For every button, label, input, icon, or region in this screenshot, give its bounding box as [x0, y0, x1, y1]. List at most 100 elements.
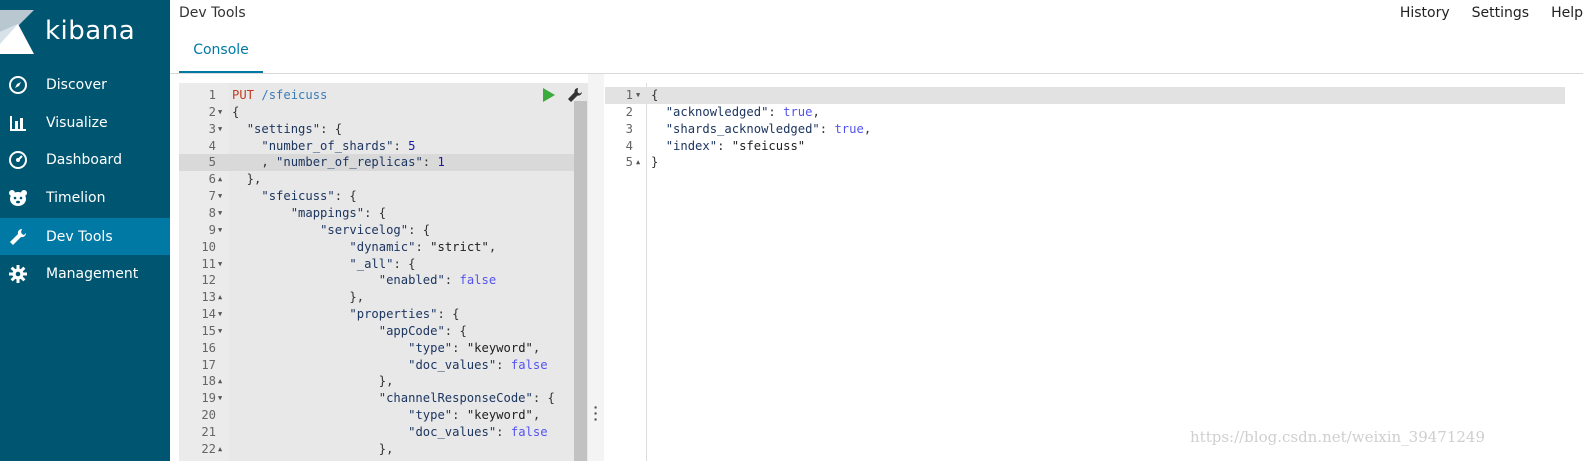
- editor-line[interactable]: 12 "enabled": false: [179, 272, 574, 289]
- code-text: "_all": {: [349, 256, 416, 271]
- brand-name: kibana: [45, 16, 136, 46]
- line-number: 6: [208, 172, 216, 187]
- code-text: "number_of_shards": 5: [261, 138, 416, 153]
- editor-line[interactable]: 21 "doc_values": false: [179, 424, 574, 441]
- fold-close-icon[interactable]: ▲: [218, 289, 226, 306]
- line-number: 15: [201, 323, 216, 338]
- send-request-play-icon[interactable]: [542, 87, 556, 103]
- fold-open-icon[interactable]: ▼: [218, 390, 226, 407]
- settings-link[interactable]: Settings: [1472, 5, 1529, 21]
- fold-close-icon[interactable]: ▲: [636, 154, 644, 171]
- line-number: 5: [208, 155, 216, 170]
- sidebar-item-label: Visualize: [46, 114, 108, 131]
- fold-close-icon[interactable]: ▲: [218, 441, 226, 458]
- line-number: 19: [201, 391, 216, 406]
- editor-line[interactable]: 18 ▲ },: [179, 373, 574, 390]
- code-text: "servicelog": {: [320, 222, 431, 237]
- output-line: 5 ▲}: [605, 154, 1565, 171]
- editor-line[interactable]: 2 ▼ {: [179, 104, 574, 121]
- line-number: 14: [201, 307, 216, 322]
- code-text: "appCode": {: [378, 323, 467, 338]
- fold-open-icon[interactable]: ▼: [218, 205, 226, 222]
- code-text: "doc_values": false: [408, 425, 548, 439]
- editor-line[interactable]: 19 ▼ "channelResponseCode": {: [179, 390, 574, 407]
- editor-line[interactable]: 17 "doc_values": false: [179, 357, 574, 374]
- sidebar-item-visualize[interactable]: Visualize: [0, 104, 170, 141]
- fold-open-icon[interactable]: ▼: [218, 256, 226, 273]
- editor-line[interactable]: 1 PUT /sfeicuss: [179, 87, 574, 104]
- editor-line[interactable]: 13 ▲ },: [179, 289, 574, 306]
- fold-open-icon[interactable]: ▼: [218, 323, 226, 340]
- editor-line[interactable]: 10 "dynamic": "strict",: [179, 239, 574, 256]
- fold-open-icon[interactable]: ▼: [218, 306, 226, 323]
- editor-line[interactable]: 7 ▼ "sfeicuss": {: [179, 188, 574, 205]
- fold-close-icon[interactable]: ▲: [218, 171, 226, 188]
- editor-scrollbar[interactable]: [574, 101, 587, 461]
- kibana-logo[interactable]: kibana: [0, 0, 170, 66]
- code-text: "shards_acknowledged": true,: [665, 121, 872, 136]
- sidebar-item-discover[interactable]: Discover: [0, 66, 170, 103]
- sidebar-item-management[interactable]: Management: [0, 255, 170, 292]
- code-text: "doc_values": false: [408, 357, 548, 372]
- code-text: {: [232, 104, 240, 119]
- sidebar-item-label: Discover: [46, 76, 107, 93]
- line-number: 10: [201, 239, 216, 254]
- sidebar-item-dev-tools[interactable]: Dev Tools: [0, 218, 170, 255]
- timelion-bear-icon: [9, 189, 27, 206]
- editor-line[interactable]: 20 "type": "keyword",: [179, 407, 574, 424]
- editor-line[interactable]: 9 ▼ "servicelog": {: [179, 222, 574, 239]
- code-text: PUT /sfeicuss: [232, 88, 328, 102]
- code-text: },: [232, 441, 394, 456]
- history-link[interactable]: History: [1400, 5, 1450, 21]
- line-number: 2: [208, 104, 216, 119]
- tab-console[interactable]: Console: [179, 36, 263, 73]
- editor-line[interactable]: 5 , "number_of_replicas": 1: [179, 154, 574, 172]
- line-number: 4: [208, 138, 216, 153]
- code-text: "dynamic": "strict",: [349, 239, 497, 254]
- sidebar-item-timelion[interactable]: Timelion: [0, 179, 170, 216]
- code-text: "type": "keyword",: [408, 340, 541, 355]
- top-nav: Dev Tools History Settings Help Console: [170, 0, 1583, 74]
- resize-handle-icon[interactable]: · · ·: [593, 400, 599, 426]
- line-number: 17: [201, 357, 216, 372]
- dashboard-gauge-icon: [9, 150, 27, 169]
- editor-line[interactable]: 8 ▼ "mappings": {: [179, 205, 574, 222]
- sidebar-item-label: Dev Tools: [46, 228, 113, 245]
- line-number: 3: [625, 121, 633, 136]
- editor-line[interactable]: 4 "number_of_shards": 5: [179, 138, 574, 155]
- fold-close-icon[interactable]: ▲: [218, 373, 226, 390]
- code-text: }: [651, 155, 659, 170]
- code-text: "acknowledged": true,: [665, 104, 820, 119]
- sidebar-item-dashboard[interactable]: Dashboard: [0, 141, 170, 178]
- line-number: 16: [201, 340, 216, 355]
- fold-open-icon[interactable]: ▼: [218, 104, 226, 121]
- line-number: 1: [208, 88, 216, 102]
- editor-line[interactable]: 15 ▼ "appCode": {: [179, 323, 574, 340]
- code-text: },: [232, 172, 262, 187]
- editor-line[interactable]: 22 ▲ },: [179, 441, 574, 458]
- help-link[interactable]: Help: [1551, 5, 1583, 21]
- editor-line[interactable]: 11 ▼ "_all": {: [179, 256, 574, 273]
- code-text: },: [232, 290, 365, 305]
- fold-open-icon[interactable]: ▼: [636, 87, 644, 104]
- editor-line[interactable]: 6 ▲ },: [179, 171, 574, 188]
- line-number: 2: [625, 104, 633, 119]
- code-text: , "number_of_replicas": 1: [232, 155, 445, 170]
- editor-line[interactable]: 3 ▼ "settings": {: [179, 121, 574, 138]
- bar-chart-icon: [10, 115, 26, 131]
- code-text: "settings": {: [246, 121, 343, 136]
- line-number: 3: [208, 121, 216, 136]
- sidebar-item-label: Dashboard: [46, 151, 122, 168]
- line-number: 20: [201, 408, 216, 423]
- editor-line[interactable]: 16 "type": "keyword",: [179, 340, 574, 357]
- editor-line[interactable]: 14 ▼ "properties": {: [179, 306, 574, 323]
- code-text: {: [651, 88, 659, 102]
- line-number: 13: [201, 290, 216, 305]
- fold-open-icon[interactable]: ▼: [218, 121, 226, 138]
- fold-open-icon[interactable]: ▼: [218, 222, 226, 239]
- output-line: 1 ▼ {: [605, 87, 1565, 104]
- line-number: 12: [201, 273, 216, 288]
- gear-icon: [9, 264, 27, 283]
- fold-open-icon[interactable]: ▼: [218, 188, 226, 205]
- request-editor[interactable]: 1 PUT /sfeicuss 2 ▼{3 ▼ "settings": {4 "numb…: [179, 83, 588, 461]
